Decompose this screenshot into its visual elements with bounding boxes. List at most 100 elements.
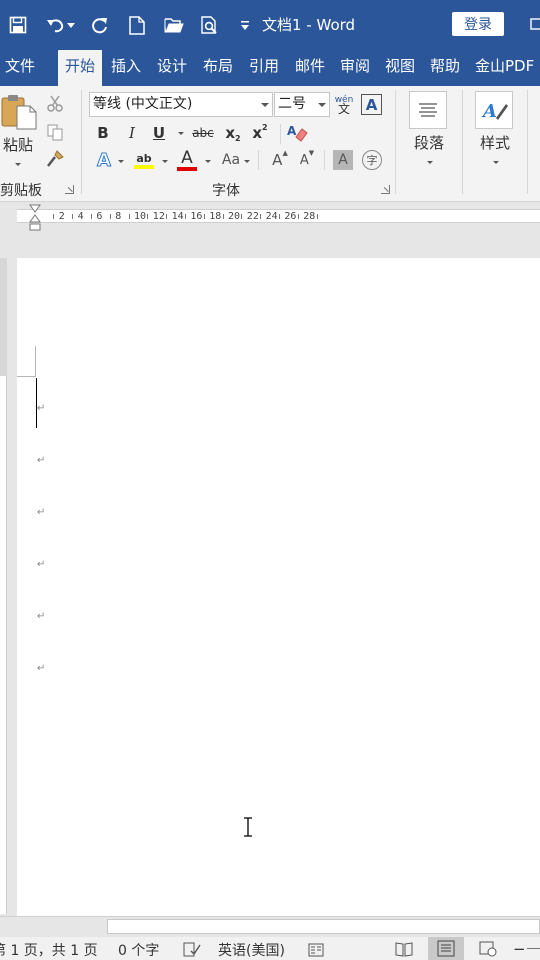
tab-kingsoft-pdf[interactable]: 金山PDF	[475, 50, 534, 86]
group-separator	[81, 90, 82, 194]
page-count-status[interactable]: 第 1 页，共 1 页	[0, 940, 98, 960]
paragraph-button[interactable]: 段落	[406, 132, 452, 152]
grow-font-button[interactable]: A ▲	[270, 149, 290, 170]
group-separator	[280, 124, 281, 144]
copy-icon[interactable]	[44, 122, 66, 142]
customize-quick-access-icon[interactable]	[236, 13, 254, 37]
font-color-button[interactable]: A	[175, 148, 199, 172]
tab-layout[interactable]: 布局	[203, 50, 233, 86]
font-size-select[interactable]: 二号	[274, 92, 330, 117]
group-separator	[395, 90, 396, 194]
highlight-dropdown-icon[interactable]	[162, 160, 168, 163]
tab-design[interactable]: 设计	[157, 50, 187, 86]
paste-icon[interactable]	[0, 92, 38, 130]
login-button[interactable]: 登录	[452, 12, 504, 36]
ruler-number: 10	[134, 211, 147, 222]
change-case-dropdown-icon[interactable]	[244, 160, 250, 163]
macro-recording-icon[interactable]	[308, 942, 324, 960]
ruler-tick	[203, 214, 205, 219]
text-effects-button[interactable]: A	[93, 148, 115, 172]
paragraph-mark: ↵	[37, 507, 46, 518]
ruler-number: 6	[96, 211, 103, 222]
character-border-icon[interactable]: A	[361, 94, 382, 115]
styles-icon[interactable]: A	[475, 91, 513, 129]
paste-dropdown-icon[interactable]	[15, 163, 21, 166]
ruler-number: 14	[171, 211, 184, 222]
chevron-down-icon	[318, 103, 326, 107]
strikethrough-button[interactable]: abc	[191, 122, 215, 144]
margin-corner-mark	[35, 346, 36, 377]
format-painter-icon[interactable]	[44, 148, 66, 170]
shrink-font-button[interactable]: A ▼	[297, 149, 317, 170]
redo-icon[interactable]	[88, 13, 112, 37]
document-page[interactable]	[17, 258, 540, 916]
word-count-status[interactable]: 0 个字	[118, 940, 159, 960]
ruler-tick	[91, 214, 92, 219]
clipboard-launcher-icon[interactable]	[65, 185, 74, 194]
horizontal-scrollbar-thumb[interactable]	[107, 919, 540, 934]
tab-insert[interactable]: 插入	[111, 50, 141, 86]
tab-view[interactable]: 视图	[385, 50, 415, 86]
styles-button[interactable]: 样式	[472, 132, 518, 152]
paragraph-mark: ↵	[37, 663, 46, 674]
clear-formatting-icon[interactable]: A	[285, 122, 309, 144]
highlight-button[interactable]: ab	[132, 148, 156, 172]
ruler-tick	[297, 214, 299, 219]
indent-marker-icon[interactable]	[29, 204, 41, 236]
font-name-select[interactable]: 等线 (中文正文)	[89, 92, 273, 117]
ruler-number: 4	[77, 211, 84, 222]
underline-button[interactable]: U	[149, 122, 169, 144]
superscript-button[interactable]: x2	[249, 122, 271, 144]
italic-button[interactable]: I	[122, 122, 142, 144]
print-layout-icon[interactable]	[428, 937, 464, 960]
styles-dropdown-icon[interactable]	[493, 161, 499, 164]
ribbon-tabs: 文件 开始 插入 设计 布局 引用 邮件 审阅 视图 帮助 金山PDF	[0, 50, 540, 86]
character-shading-button[interactable]: A	[333, 150, 353, 170]
paragraph-mark: ↵	[37, 455, 46, 466]
ruler-tick	[53, 214, 55, 219]
paragraph-mark: ↵	[37, 403, 46, 414]
ruler-tick	[185, 214, 186, 219]
web-layout-icon[interactable]	[479, 941, 497, 960]
mouse-ibeam-cursor-icon	[244, 817, 252, 837]
enclose-characters-button[interactable]: 字	[362, 150, 382, 170]
cut-icon[interactable]	[44, 94, 66, 114]
ruler-number: 20	[228, 211, 241, 222]
proofing-icon[interactable]	[183, 942, 201, 960]
font-size-value: 二号	[278, 96, 306, 112]
read-mode-icon[interactable]	[395, 941, 413, 960]
paragraph-icon[interactable]	[409, 91, 447, 129]
zoom-out-icon[interactable]: −	[513, 940, 526, 958]
undo-dropdown-icon[interactable]	[64, 13, 78, 37]
tab-help[interactable]: 帮助	[430, 50, 460, 86]
text-effects-dropdown-icon[interactable]	[118, 160, 124, 163]
tab-file[interactable]: 文件	[5, 50, 35, 86]
underline-dropdown-icon[interactable]	[178, 132, 184, 135]
change-case-button[interactable]: Aa	[219, 150, 243, 170]
subscript-button[interactable]: x2	[222, 122, 244, 144]
horizontal-ruler[interactable]: 2 4 6 8 10 12 14 16 18 20 22 24 26 28	[17, 209, 540, 223]
font-color-dropdown-icon[interactable]	[205, 160, 211, 163]
ruler-number: 12	[152, 211, 165, 222]
ruler-tick	[241, 214, 243, 219]
tab-review[interactable]: 审阅	[340, 50, 370, 86]
tab-home[interactable]: 开始	[58, 50, 103, 86]
save-icon[interactable]	[6, 13, 30, 37]
phonetic-guide-icon[interactable]: wén 文	[333, 92, 355, 118]
highlight-color-bar	[134, 164, 154, 169]
language-status[interactable]: 英语(美国)	[218, 940, 285, 960]
paragraph-dropdown-icon[interactable]	[427, 161, 433, 164]
tab-references[interactable]: 引用	[249, 50, 279, 86]
tab-mailings[interactable]: 邮件	[295, 50, 325, 86]
font-launcher-icon[interactable]	[381, 185, 390, 194]
zoom-slider[interactable]	[527, 948, 540, 949]
ruler-number: 8	[115, 211, 122, 222]
paragraph-mark: ↵	[37, 611, 46, 622]
print-preview-icon[interactable]	[198, 13, 222, 37]
new-document-icon[interactable]	[125, 13, 149, 37]
open-icon[interactable]	[162, 13, 186, 37]
paste-button[interactable]: 粘贴	[0, 134, 36, 154]
ruler-tick	[279, 214, 280, 219]
ribbon-display-options-icon[interactable]	[530, 16, 540, 30]
bold-button[interactable]: B	[93, 122, 113, 144]
